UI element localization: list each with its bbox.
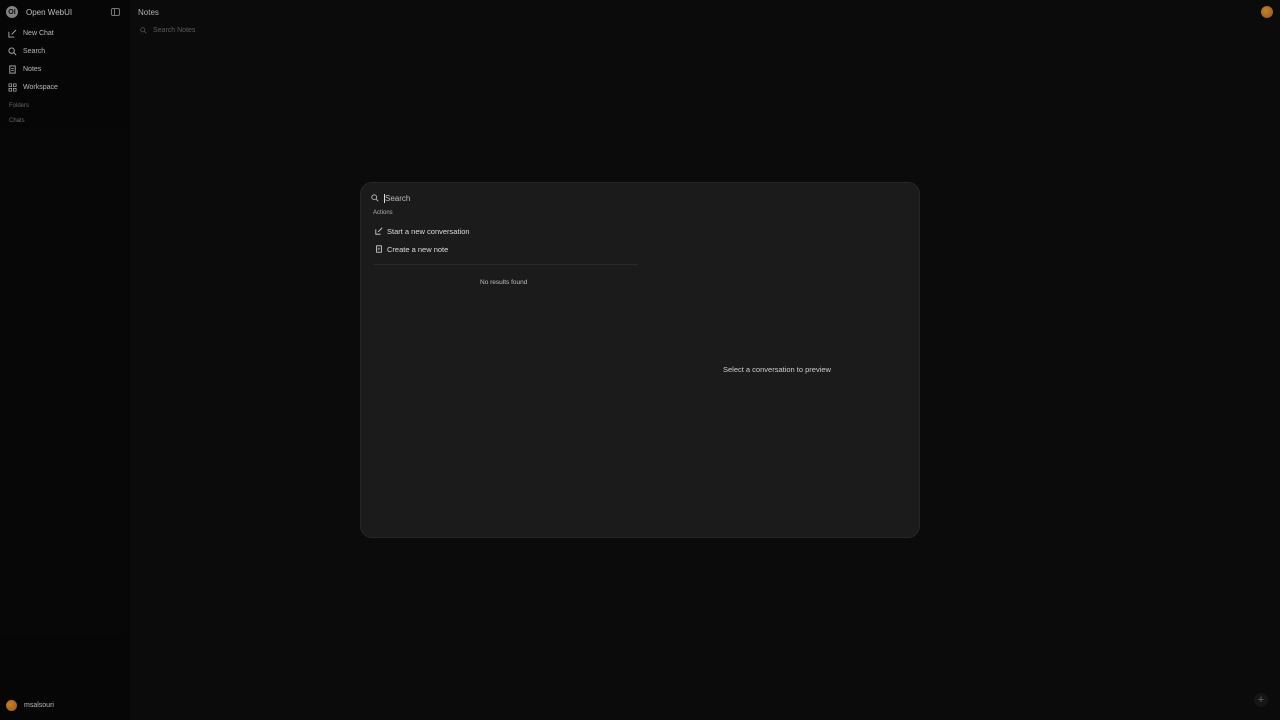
pencil-square-icon (375, 227, 383, 235)
search-modal: Actions Start a new conversation Create … (360, 182, 920, 538)
preview-hint: Select a conversation to preview (723, 365, 831, 374)
note-icon (376, 245, 382, 253)
actions-section-label: Actions (373, 210, 393, 216)
start-new-conversation-action[interactable]: Start a new conversation (375, 224, 470, 238)
create-new-note-action[interactable]: Create a new note (375, 242, 448, 256)
modal-search-input[interactable] (385, 193, 885, 203)
modal-backdrop[interactable]: Actions Start a new conversation Create … (0, 0, 1280, 720)
no-results-message: No results found (480, 279, 528, 286)
modal-search-bar[interactable] (371, 191, 911, 205)
action-label: Start a new conversation (387, 226, 470, 236)
divider (373, 264, 638, 265)
action-label: Create a new note (387, 244, 449, 254)
search-icon (371, 194, 379, 202)
